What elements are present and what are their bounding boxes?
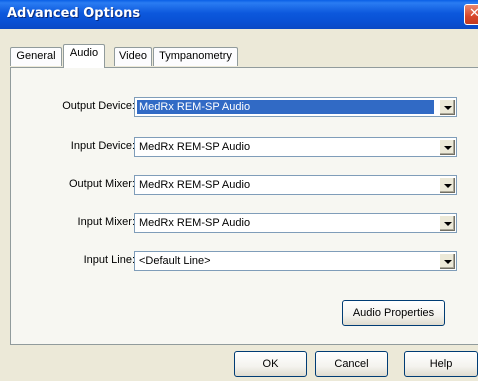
output-mixer-label: Output Mixer:: [68, 178, 135, 190]
output-mixer-value: MedRx REM-SP Audio: [139, 179, 251, 191]
close-button[interactable]: ✕: [464, 4, 478, 25]
cancel-button[interactable]: Cancel: [315, 351, 388, 377]
ok-button[interactable]: OK: [234, 351, 307, 377]
tab-tympanometry-label: Tympanometry: [159, 50, 232, 62]
output-device-value: MedRx REM-SP Audio: [137, 100, 434, 114]
tab-tympanometry[interactable]: Tympanometry: [153, 47, 238, 66]
input-mixer-value: MedRx REM-SP Audio: [139, 217, 251, 229]
tab-general[interactable]: General: [10, 47, 62, 66]
audio-tab-panel: Output Device: MedRx REM-SP Audio Input …: [10, 67, 478, 345]
ok-label: OK: [262, 358, 279, 370]
tab-audio-label: Audio: [69, 47, 99, 59]
cancel-label: Cancel: [334, 358, 369, 370]
output-device-label: Output Device:: [62, 100, 135, 112]
chevron-down-icon[interactable]: [439, 253, 455, 269]
audio-properties-label: Audio Properties: [352, 307, 435, 319]
chevron-down-icon[interactable]: [439, 177, 455, 193]
input-device-select[interactable]: MedRx REM-SP Audio: [134, 137, 457, 157]
title-bar[interactable]: Advanced Options ✕: [0, 0, 478, 29]
chevron-down-icon[interactable]: [439, 139, 455, 155]
tab-strip: General Audio Video Tympanometry: [10, 44, 478, 68]
chevron-down-icon[interactable]: [439, 99, 455, 115]
input-mixer-label: Input Mixer:: [77, 216, 135, 228]
input-line-label: Input Line:: [83, 254, 135, 266]
help-label: Help: [429, 358, 453, 370]
close-icon: ✕: [469, 6, 478, 21]
input-mixer-select[interactable]: MedRx REM-SP Audio: [134, 213, 457, 233]
input-line-select[interactable]: <Default Line>: [134, 251, 457, 271]
input-line-value: <Default Line>: [139, 255, 211, 267]
tab-video[interactable]: Video: [114, 47, 152, 66]
tab-video-label: Video: [119, 50, 147, 62]
tab-audio[interactable]: Audio: [63, 44, 105, 68]
help-button[interactable]: Help: [404, 351, 478, 377]
input-device-label: Input Device:: [70, 140, 135, 152]
output-mixer-select[interactable]: MedRx REM-SP Audio: [134, 175, 457, 195]
window-title: Advanced Options: [7, 6, 141, 21]
audio-properties-button[interactable]: Audio Properties: [342, 300, 445, 326]
output-device-select[interactable]: MedRx REM-SP Audio: [134, 97, 457, 117]
tab-general-label: General: [16, 50, 56, 62]
chevron-down-icon[interactable]: [439, 215, 455, 231]
input-device-value: MedRx REM-SP Audio: [139, 141, 251, 153]
